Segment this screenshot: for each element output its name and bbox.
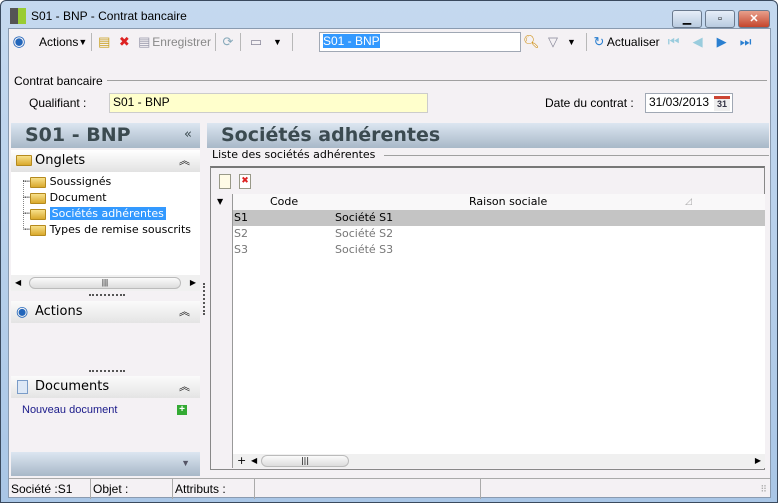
client-area: ◉ Actions ▼ ▤ ✖ ▤ Enregistrer ⟳ ▭ ▼ S01 -…: [8, 28, 771, 499]
toolbar: ◉ Actions ▼ ▤ ✖ ▤ Enregistrer ⟳ ▭ ▼: [11, 31, 297, 53]
save-button[interactable]: Enregistrer: [152, 35, 211, 49]
onglets-label: Onglets: [35, 153, 86, 168]
print-icon[interactable]: ▭: [245, 34, 267, 50]
cell-code: S2: [234, 227, 248, 240]
search-value: S01 - BNP: [323, 34, 380, 48]
row-selector-dropdown[interactable]: ▼: [217, 197, 223, 206]
maximize-button[interactable]: ▫: [705, 10, 735, 28]
status-objet: Objet :: [91, 479, 173, 499]
qualifiant-label: Qualifiant :: [29, 96, 87, 110]
date-label: Date du contrat :: [545, 96, 634, 110]
close-button[interactable]: ✕: [738, 10, 770, 28]
status-bar: Société :S1 Objet : Attributs : ⠿: [9, 478, 770, 499]
sidebar-footer: ▼: [11, 452, 200, 476]
next-record-icon[interactable]: ▶: [714, 34, 730, 50]
collapse-icon[interactable]: ︽: [179, 301, 190, 323]
tree-item-societes-adherentes[interactable]: ┈ Sociétés adhérentes: [23, 206, 166, 222]
tree-scrollbar[interactable]: ◀ ||| ▶: [11, 275, 200, 291]
grid-scrollbar[interactable]: + ◀ ||| ▶: [233, 454, 765, 468]
splitter[interactable]: [89, 294, 125, 296]
sync-icon[interactable]: ⟳: [220, 34, 236, 50]
sidebar-title: S01 - BNP «: [11, 123, 200, 148]
cell-name: Société S2: [335, 227, 394, 240]
tree-item-label: Document: [49, 191, 107, 204]
column-header-raison-sociale[interactable]: Raison sociale: [469, 194, 547, 210]
companies-grid: ✖ ▼ Code Raison sociale ◿ S1 Société S1 S…: [210, 166, 765, 470]
window: S01 - BNP - Contrat bancaire ▁ ▫ ✕ ◉ Act…: [0, 0, 778, 503]
search-input[interactable]: S01 - BNP: [319, 32, 521, 52]
table-row[interactable]: S2 Société S2: [233, 226, 765, 242]
collapse-sidebar-button[interactable]: «: [184, 123, 192, 147]
tree-item-types-remise[interactable]: ┈ Types de remise souscrits: [23, 222, 200, 238]
onglets-header[interactable]: Onglets ︽: [11, 150, 200, 172]
tabs-tree: ┈ Soussignés ┈ Document ┈ Sociétés adhérent…: [11, 172, 200, 275]
add-button[interactable]: +: [237, 454, 246, 467]
document-icon: [17, 380, 28, 394]
date-value: 31/03/2013: [649, 95, 710, 109]
divider: [384, 155, 769, 156]
filter-dropdown[interactable]: ▼: [567, 37, 576, 47]
first-record-icon[interactable]: ⏮: [666, 34, 682, 50]
refresh-icon: ↻: [593, 34, 605, 49]
status-societe: Société :S1: [9, 479, 91, 499]
collapse-icon[interactable]: ︽: [179, 376, 190, 398]
search-icon[interactable]: 🔍︎: [523, 34, 540, 50]
chevron-down-icon[interactable]: ▼: [181, 458, 190, 468]
target-icon: ◉: [12, 33, 26, 50]
last-record-icon[interactable]: ⏭: [738, 34, 754, 50]
status-panel: ⠿: [481, 479, 770, 499]
resize-grip-icon[interactable]: ⠿: [760, 479, 767, 499]
collapse-icon[interactable]: ︽: [179, 150, 190, 172]
tree-item-label: Soussignés: [49, 175, 112, 188]
sidebar-title-text: S01 - BNP: [25, 124, 131, 146]
actions-label: Actions: [35, 304, 83, 319]
tree-item-label: Sociétés adhérentes: [49, 207, 166, 220]
print-dropdown[interactable]: ▼: [273, 37, 282, 47]
actions-header[interactable]: ◉ Actions ︽: [11, 301, 200, 323]
cell-code: S1: [234, 211, 248, 224]
cell-name: Société S3: [335, 243, 394, 256]
new-icon[interactable]: ▤: [96, 34, 112, 50]
contract-group-label: Contrat bancaire: [14, 74, 103, 88]
previous-record-icon[interactable]: ◀: [690, 34, 706, 50]
minimize-button[interactable]: ▁: [672, 10, 702, 28]
delete-icon[interactable]: ✖: [116, 34, 132, 50]
qualifiant-field[interactable]: S01 - BNP: [109, 93, 428, 113]
save-icon: ▤: [138, 34, 151, 49]
folder-icon: [16, 155, 32, 166]
documents-header[interactable]: Documents ︽: [11, 376, 200, 398]
add-document-icon[interactable]: +: [177, 405, 187, 415]
tree-item-label: Types de remise souscrits: [49, 223, 192, 236]
divider: [107, 80, 767, 81]
toolbar-right: 🔍︎ ▽ ▼ ↻ Actualiser ⏮ ◀ ▶ ⏭: [523, 31, 754, 53]
vertical-splitter[interactable]: [203, 283, 205, 315]
tree-item-document[interactable]: ┈ Document: [23, 190, 107, 206]
new-document-link[interactable]: Nouveau document: [22, 404, 117, 416]
cell-code: S3: [234, 243, 248, 256]
main-title: Sociétés adhérentes: [207, 123, 769, 148]
add-row-icon[interactable]: [219, 174, 231, 189]
sort-icon: ◿: [685, 197, 692, 207]
splitter[interactable]: [89, 370, 125, 372]
column-header-code[interactable]: Code: [270, 194, 298, 210]
table-row[interactable]: S1 Société S1: [233, 210, 765, 226]
target-icon: ◉: [16, 304, 29, 320]
table-row[interactable]: S3 Société S3: [233, 242, 765, 258]
filter-icon[interactable]: ▽: [545, 34, 561, 50]
refresh-button[interactable]: Actualiser: [607, 35, 660, 49]
status-attributs: Attributs :: [173, 479, 255, 499]
list-group-label: Liste des sociétés adhérentes: [212, 148, 376, 161]
cell-name: Société S1: [335, 211, 394, 224]
window-title: S01 - BNP - Contrat bancaire: [31, 9, 187, 23]
actions-menu[interactable]: Actions: [39, 35, 78, 49]
delete-row-icon[interactable]: ✖: [239, 174, 251, 189]
calendar-icon[interactable]: 31: [714, 96, 730, 111]
status-panel: [255, 479, 481, 499]
app-icon: [10, 8, 26, 24]
documents-label: Documents: [35, 379, 110, 394]
tree-item-soussignes[interactable]: ┈ Soussignés: [23, 174, 111, 190]
grid-header: Code Raison sociale ◿: [233, 194, 765, 210]
